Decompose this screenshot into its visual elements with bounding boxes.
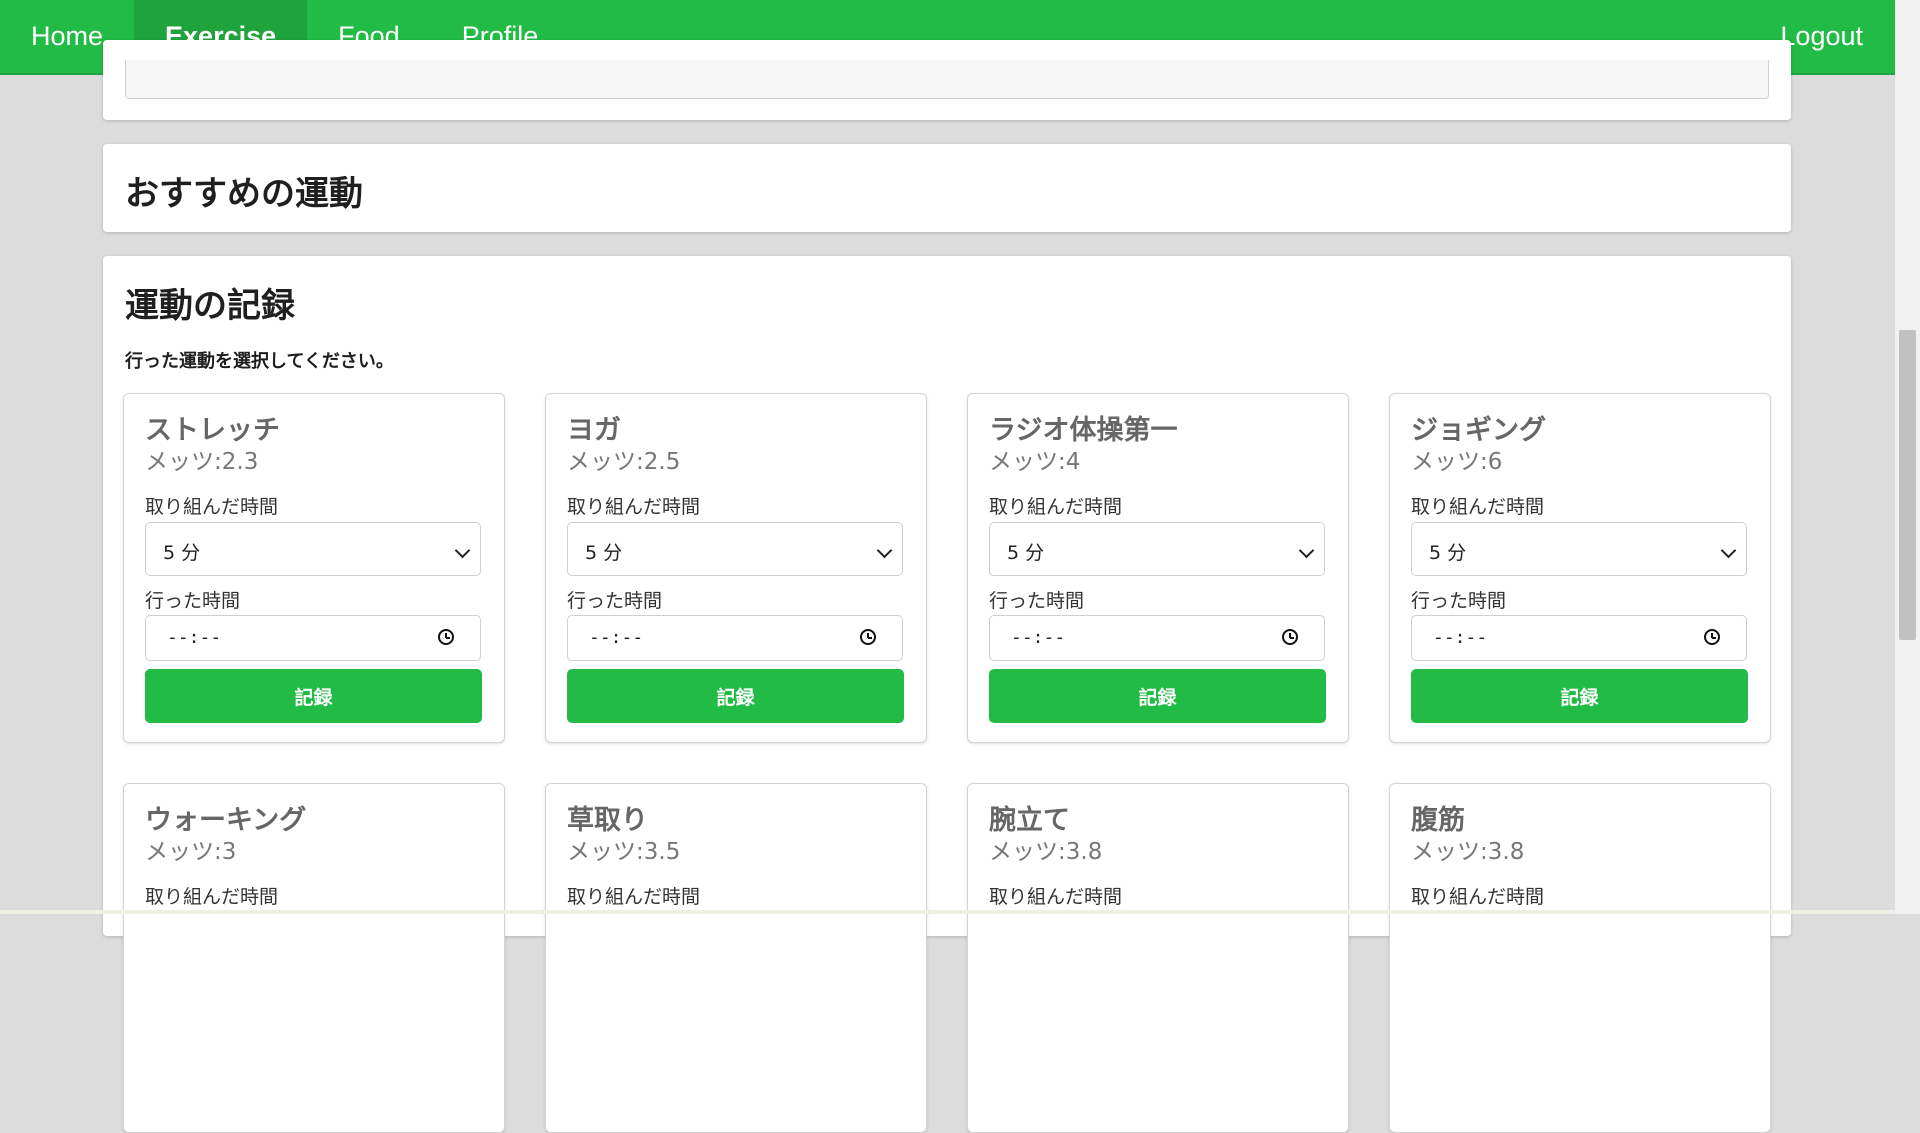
exercise-card: ラジオ体操第一 メッツ:4 取り組んだ時間 5 分 行った時間 --:-- 記録 [967, 393, 1349, 743]
clock-icon[interactable] [860, 629, 876, 645]
time-label: 行った時間 [145, 590, 241, 612]
duration-label: 取り組んだ時間 [567, 496, 701, 518]
duration-value: 5 分 [1007, 542, 1045, 564]
exercise-mets: メッツ:3.5 [567, 839, 681, 865]
duration-label: 取り組んだ時間 [989, 496, 1123, 518]
record-button[interactable]: 記録 [145, 669, 482, 723]
duration-label: 取り組んだ時間 [1411, 886, 1545, 908]
log-instruction: 行った運動を選択してください。 [125, 351, 394, 372]
duration-select[interactable]: 5 分 [145, 522, 481, 576]
time-label: 行った時間 [989, 590, 1085, 612]
exercise-mets: メッツ:2.5 [567, 449, 681, 475]
duration-label: 取り組んだ時間 [145, 496, 279, 518]
exercise-mets: メッツ:3 [145, 839, 237, 865]
chevron-down-icon [1720, 542, 1737, 559]
time-label: 行った時間 [567, 590, 663, 612]
time-value: --:-- [167, 627, 222, 648]
record-button[interactable]: 記録 [989, 669, 1326, 723]
time-input[interactable]: --:-- [145, 615, 481, 661]
chevron-down-icon [1298, 542, 1315, 559]
duration-select[interactable]: 5 分 [989, 522, 1325, 576]
exercise-card: 腕立て メッツ:3.8 取り組んだ時間 [967, 783, 1349, 1133]
previous-panel [103, 40, 1791, 120]
recommend-title: おすすめの運動 [125, 174, 363, 214]
exercise-mets: メッツ:3.8 [989, 839, 1103, 865]
exercise-log-panel: 運動の記録 行った運動を選択してください。 ストレッチ メッツ:2.3 取り組ん… [103, 256, 1791, 1133]
scrollbar-thumb[interactable] [1899, 330, 1916, 640]
time-label: 行った時間 [1411, 590, 1507, 612]
duration-value: 5 分 [1429, 542, 1467, 564]
time-value: --:-- [1433, 627, 1488, 648]
duration-select[interactable]: 5 分 [1411, 522, 1747, 576]
duration-select[interactable]: 5 分 [567, 522, 903, 576]
bottom-strip [0, 910, 1895, 914]
record-button[interactable]: 記録 [1411, 669, 1748, 723]
log-title: 運動の記録 [125, 286, 295, 326]
exercise-card: 草取り メッツ:3.5 取り組んだ時間 [545, 783, 927, 1133]
exercise-mets: メッツ:2.3 [145, 449, 259, 475]
exercise-card: ヨガ メッツ:2.5 取り組んだ時間 5 分 行った時間 --:-- 記録 [545, 393, 927, 743]
clock-icon[interactable] [438, 629, 454, 645]
duration-label: 取り組んだ時間 [145, 886, 279, 908]
clock-icon[interactable] [1282, 629, 1298, 645]
chevron-down-icon [454, 542, 471, 559]
exercise-card: ジョギング メッツ:6 取り組んだ時間 5 分 行った時間 --:-- 記録 [1389, 393, 1771, 743]
duration-label: 取り組んだ時間 [989, 886, 1123, 908]
duration-label: 取り組んだ時間 [567, 886, 701, 908]
exercise-mets: メッツ:6 [1411, 449, 1503, 475]
time-input[interactable]: --:-- [567, 615, 903, 661]
previous-panel-box [125, 60, 1769, 99]
time-input[interactable]: --:-- [989, 615, 1325, 661]
time-value: --:-- [589, 627, 644, 648]
exercise-card: ストレッチ メッツ:2.3 取り組んだ時間 5 分 行った時間 --:-- 記録 [123, 393, 505, 743]
exercise-card: ウォーキング メッツ:3 取り組んだ時間 [123, 783, 505, 1133]
record-button[interactable]: 記録 [567, 669, 904, 723]
duration-value: 5 分 [163, 542, 201, 564]
exercise-mets: メッツ:3.8 [1411, 839, 1525, 865]
time-value: --:-- [1011, 627, 1066, 648]
chevron-down-icon [876, 542, 893, 559]
vertical-scrollbar[interactable] [1895, 0, 1920, 914]
exercise-card: 腹筋 メッツ:3.8 取り組んだ時間 [1389, 783, 1771, 1133]
duration-label: 取り組んだ時間 [1411, 496, 1545, 518]
exercise-mets: メッツ:4 [989, 449, 1081, 475]
duration-value: 5 分 [585, 542, 623, 564]
clock-icon[interactable] [1704, 629, 1720, 645]
recommend-panel: おすすめの運動 [103, 144, 1791, 232]
time-input[interactable]: --:-- [1411, 615, 1747, 661]
